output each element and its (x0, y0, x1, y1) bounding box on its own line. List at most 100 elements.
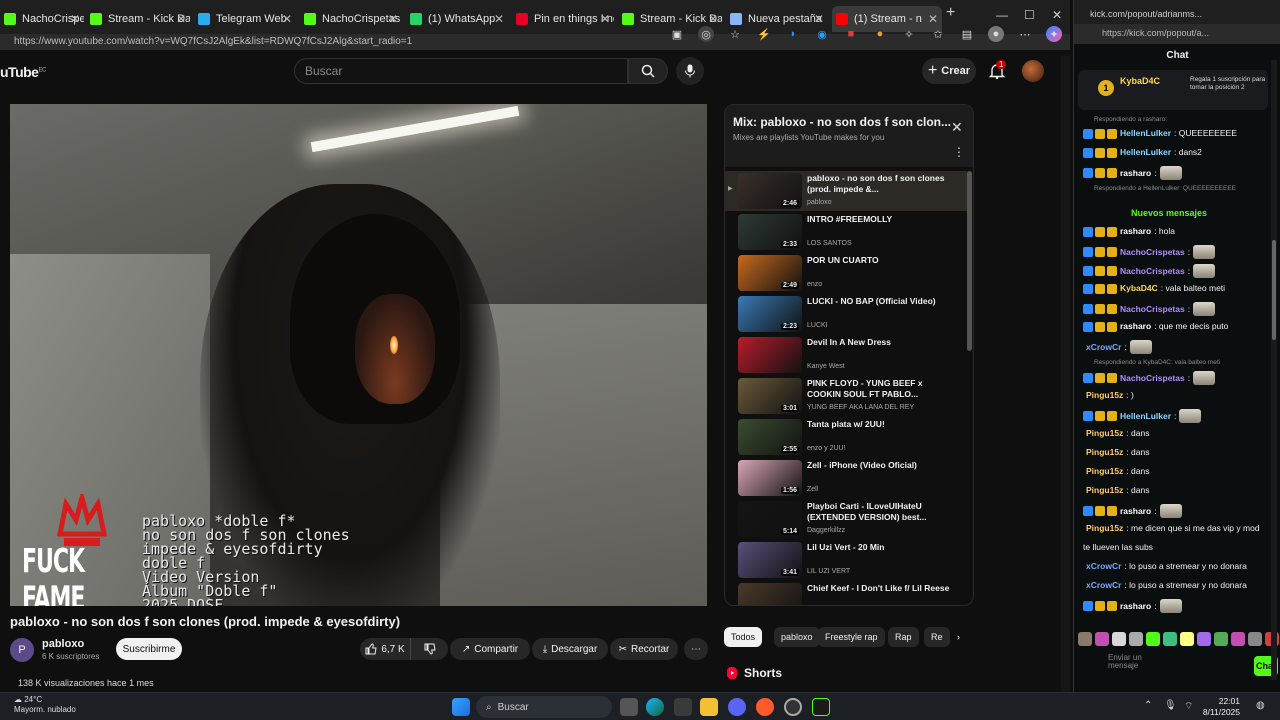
chat-message[interactable]: rasharo: (1083, 599, 1273, 613)
extensions-puzzle-icon[interactable]: ✧ (901, 26, 917, 42)
chevron-right-icon[interactable]: › (950, 627, 967, 647)
more-menu-icon[interactable]: ⋯ (1017, 26, 1033, 42)
playlist-item[interactable]: Devil In A New Dress Kanye West (725, 335, 967, 375)
playlist-item-title[interactable]: Zell - iPhone (Video Oficial) (807, 460, 957, 471)
video-thumbnail[interactable]: 2:33 (738, 214, 802, 250)
emote-icon[interactable] (1129, 632, 1143, 646)
youtube-logo[interactable]: uTubeEC (0, 64, 46, 80)
close-window-icon[interactable]: ✕ (1052, 8, 1062, 22)
chat-message[interactable]: te llueven las subs (1083, 542, 1273, 553)
star-icon[interactable]: ☆ (727, 26, 743, 42)
playlist-item-title[interactable]: pabloxo - no son dos f son clones (prod.… (807, 173, 957, 195)
chat-message[interactable]: Pingu15z: dans (1083, 485, 1273, 496)
video-thumbnail[interactable] (738, 583, 802, 605)
browser-tab[interactable]: (1) WhatsApp ✕ (406, 6, 508, 32)
playlist-item-title[interactable]: Lil Uzi Vert - 20 Min (807, 542, 957, 553)
video-thumbnail[interactable]: 2:23 (738, 296, 802, 332)
chat-username[interactable]: KybaD4C (1120, 283, 1158, 294)
chat-message[interactable]: rasharo: hola (1083, 226, 1273, 237)
chat-scrollbar[interactable] (1271, 60, 1277, 680)
emote-icon[interactable] (1146, 632, 1160, 646)
chat-username[interactable]: Pingu15z (1086, 428, 1123, 439)
chat-message[interactable]: rasharo: (1083, 166, 1273, 180)
chat-username[interactable]: Pingu15z (1086, 447, 1123, 458)
playlist-item[interactable]: 2:55 Tanta plata w/ 2UU! enzo y 2UU! (725, 417, 967, 457)
chat-username[interactable]: rasharo (1120, 168, 1151, 179)
profile-icon[interactable]: ● (988, 26, 1004, 42)
pinned-gift-banner[interactable]: 1 KybaD4C Regala 1 suscripción para toma… (1078, 70, 1268, 110)
kick-address-bar[interactable]: https://kick.com/popout/a... (1074, 24, 1280, 44)
close-tab-icon[interactable]: ✕ (494, 12, 504, 26)
playlist-item[interactable]: 1:56 Zell - iPhone (Video Oficial) Zell (725, 458, 967, 498)
playlist-item-title[interactable]: Tanta plata w/ 2UU! (807, 419, 957, 430)
taskbar-search[interactable]: ⌕ Buscar (476, 696, 612, 718)
chat-message[interactable]: NachoCrispetas: (1083, 371, 1273, 385)
browser-tab[interactable]: NachoCrispetas Stre✕ (300, 6, 402, 32)
clock[interactable]: 22:01 8/11/2025 (1200, 696, 1240, 718)
chat-username[interactable]: HellenLulker (1120, 128, 1171, 139)
address-bar[interactable]: https://www.youtube.com/watch?v=WQ7fCsJ2… (0, 26, 1070, 50)
favorites-icon[interactable]: ✩ (930, 26, 946, 42)
clip-button[interactable]: ✂ Recortar (610, 638, 678, 660)
close-tab-icon[interactable]: ✕ (814, 12, 824, 26)
create-button[interactable]: + Crear (922, 58, 976, 84)
chat-message[interactable]: Pingu15z: dans (1083, 466, 1273, 477)
chat-message[interactable]: NachoCrispetas: (1083, 245, 1273, 259)
close-tab-icon[interactable]: ✕ (70, 12, 80, 26)
video-thumbnail[interactable]: 3:01 (738, 378, 802, 414)
channel-avatar[interactable]: P (10, 638, 34, 662)
extension-3-icon[interactable]: ◉ (814, 26, 830, 42)
chat-username[interactable]: rasharo (1120, 601, 1151, 612)
start-windows-icon[interactable] (452, 698, 470, 716)
chat-message[interactable]: HellenLulker: dans2 (1083, 147, 1273, 158)
notifications-tray-icon[interactable]: ◍ (1256, 700, 1265, 711)
chat-message[interactable]: Pingu15z: dans (1083, 428, 1273, 439)
close-icon[interactable]: ✕ (951, 119, 963, 136)
extension-5-icon[interactable]: ● (872, 26, 888, 42)
chat-username[interactable]: rasharo (1120, 226, 1151, 237)
filter-chip[interactable]: Re (924, 627, 950, 647)
chat-username[interactable]: Pingu15z (1086, 390, 1123, 401)
close-tab-icon[interactable]: ✕ (282, 12, 292, 26)
search-input[interactable]: Buscar (294, 58, 628, 84)
chat-username[interactable]: NachoCrispetas (1120, 304, 1185, 315)
chat-username[interactable]: Pingu15z (1086, 466, 1123, 477)
subscribe-button[interactable]: Suscribirme (116, 638, 182, 660)
more-actions-button[interactable]: ⋯ (684, 638, 708, 660)
task-view-icon[interactable] (620, 698, 638, 716)
eye-off-icon[interactable]: ◎ (698, 26, 714, 42)
obs-icon[interactable] (784, 698, 802, 716)
like-button[interactable]: 6,7 K (360, 638, 410, 660)
channel-name[interactable]: pabloxo (42, 638, 84, 650)
playlist-item-title[interactable]: PINK FLOYD - YUNG BEEF x COOKIN SOUL FT … (807, 378, 957, 400)
video-thumbnail[interactable]: 5:14 (738, 501, 802, 537)
video-thumbnail[interactable]: 2:55 (738, 419, 802, 455)
filter-chip[interactable]: Todos (724, 627, 763, 647)
filter-chip[interactable]: pabloxo (774, 627, 820, 647)
playlist-scrollbar[interactable] (967, 171, 972, 351)
maximize-icon[interactable]: ☐ (1024, 8, 1035, 22)
browser-tab[interactable]: Pin en things I need✕ (512, 6, 614, 32)
video-thumbnail[interactable]: 1:56 (738, 460, 802, 496)
browser-tab[interactable]: NachoCrispetas Stre✕ (0, 6, 84, 32)
emote-icon[interactable] (1214, 632, 1228, 646)
video-thumbnail[interactable]: 2:46 (738, 173, 802, 209)
chat-message[interactable]: HellenLulker: QUEEEEEEEE (1083, 128, 1273, 139)
account-avatar[interactable] (1022, 60, 1044, 82)
playlist-item[interactable]: Chief Keef - I Don't Like f/ Lil Reese (725, 581, 967, 605)
browser-tab[interactable]: Stream - Kick Dashb✕ (86, 6, 190, 32)
browser-tab[interactable]: Telegram Web ✕ (194, 6, 296, 32)
store-icon[interactable] (674, 698, 692, 716)
emote-icon[interactable] (1248, 632, 1262, 646)
search-button[interactable] (628, 58, 668, 84)
chat-message[interactable]: Pingu15z: dans (1083, 447, 1273, 458)
view-count-and-date[interactable]: 138 K visualizaciones hace 1 mes (18, 678, 154, 688)
playlist-item[interactable]: ▶ 2:46 pabloxo - no son dos f son clones (… (725, 171, 967, 211)
chat-username[interactable]: HellenLulker (1120, 411, 1171, 422)
chat-input[interactable]: Enviar un mensaje (1080, 654, 1150, 676)
close-tab-icon[interactable]: ✕ (176, 12, 186, 26)
chat-username[interactable]: rasharo (1120, 506, 1151, 517)
playlist-item-title[interactable]: POR UN CUARTO (807, 255, 957, 266)
chat-username[interactable]: NachoCrispetas (1120, 266, 1185, 277)
chevron-up-icon[interactable]: ⌃ (1144, 700, 1152, 711)
